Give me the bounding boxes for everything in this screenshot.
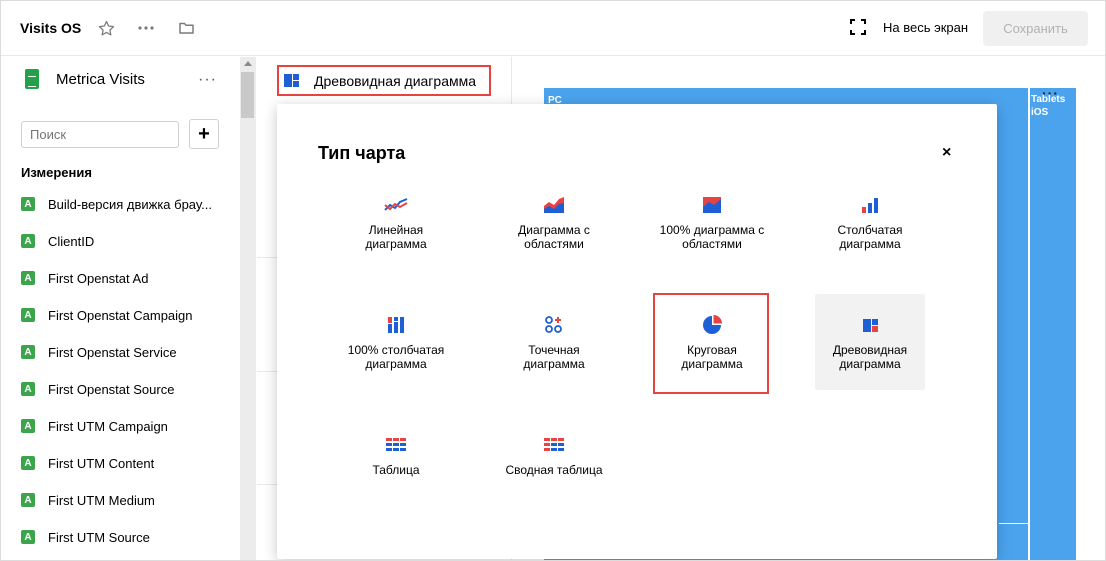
chart-type-line[interactable]: Линейная диаграмма <box>341 184 451 280</box>
treemap-label: iOS <box>1031 107 1049 118</box>
chart-title: Visits OS <box>20 20 82 36</box>
dimensions-title: Измерения <box>21 165 92 180</box>
string-type-icon: A <box>21 234 35 248</box>
string-type-icon: A <box>21 345 35 359</box>
line-chart-icon <box>384 194 408 216</box>
chart-type-label: Диаграмма с областями <box>518 223 590 251</box>
field-item[interactable]: A First UTM Medium <box>21 490 155 510</box>
visualization-selector[interactable]: Древовидная диаграмма <box>277 65 491 96</box>
string-type-icon: A <box>21 197 35 211</box>
sidebar-scrollbar[interactable] <box>240 57 256 560</box>
chart-type-label: Таблица <box>372 463 420 477</box>
string-type-icon: A <box>21 419 35 433</box>
area-chart-icon <box>543 194 565 216</box>
field-label: First UTM Source <box>48 529 150 545</box>
scroll-up-arrow-icon[interactable] <box>244 61 252 66</box>
scatter-chart-icon <box>544 314 564 336</box>
field-label: First UTM Campaign <box>48 418 168 434</box>
field-label: First Openstat Service <box>48 344 177 360</box>
search-input[interactable] <box>21 121 179 148</box>
scrollbar-thumb[interactable] <box>241 72 254 118</box>
star-icon[interactable] <box>95 17 117 39</box>
string-type-icon: A <box>21 308 35 322</box>
app-frame: Visits OS На весь экран Сохранить Metric… <box>0 0 1106 561</box>
chart-type-dialog: Тип чарта × Линейная диаграмма Диаграмма… <box>277 104 997 559</box>
pivot-table-icon <box>544 434 564 456</box>
field-item[interactable]: A First UTM Content <box>21 453 154 473</box>
field-label: First UTM Content <box>48 455 155 471</box>
chart-type-label: Круговая диаграмма <box>681 343 743 371</box>
chart-type-treemap[interactable]: Древовидная диаграмма <box>815 294 925 390</box>
treemap-divider <box>999 523 1028 524</box>
treemap-icon <box>862 314 878 336</box>
string-type-icon: A <box>21 271 35 285</box>
field-item[interactable]: A First UTM Source <box>21 527 150 547</box>
dataset-sidebar: Metrica Visits ··· + Измерения A Build-в… <box>1 57 240 560</box>
chart-type-pie[interactable]: Круговая диаграмма <box>657 304 767 400</box>
close-icon[interactable]: × <box>942 144 951 162</box>
string-type-icon: A <box>21 382 35 396</box>
add-field-button[interactable]: + <box>189 119 219 149</box>
fullscreen-button[interactable]: На весь экран <box>850 19 968 35</box>
chart-type-label: Точечная диаграмма <box>523 343 585 371</box>
chart-type-label: Столбчатая диаграмма <box>837 223 903 251</box>
chart-type-label: Линейная диаграмма <box>365 223 427 251</box>
chart-type-pivot-table[interactable]: Сводная таблица <box>499 424 609 520</box>
visualization-label: Древовидная диаграмма <box>314 72 477 89</box>
treemap-divider <box>1028 88 1030 560</box>
table-icon <box>386 434 406 456</box>
field-item[interactable]: A First Openstat Source <box>21 379 174 399</box>
field-label: First Openstat Ad <box>48 270 149 286</box>
fullscreen-icon <box>850 19 866 35</box>
dataset-menu-icon[interactable]: ··· <box>198 71 217 89</box>
area-100-chart-icon <box>703 194 721 216</box>
chart-type-label: Древовидная диаграмма <box>832 343 908 371</box>
field-label: First Openstat Campaign <box>48 307 193 323</box>
chart-type-label: Сводная таблица <box>505 463 603 477</box>
column-chart-icon <box>861 194 879 216</box>
save-button[interactable]: Сохранить <box>983 11 1088 46</box>
top-bar: Visits OS На весь экран Сохранить <box>1 1 1105 56</box>
field-item[interactable]: A First UTM Campaign <box>21 416 168 436</box>
pie-chart-icon <box>702 314 722 336</box>
chart-type-area[interactable]: Диаграмма с областями <box>499 184 609 280</box>
treemap-icon <box>284 74 299 87</box>
field-label: ClientID <box>48 233 95 249</box>
field-item[interactable]: A First Openstat Campaign <box>21 305 193 325</box>
fullscreen-label: На весь экран <box>883 19 969 35</box>
field-label: Build-версия движка брау... <box>48 196 212 212</box>
dataset-name: Metrica Visits <box>56 70 145 88</box>
chart-type-column-100[interactable]: 100% столбчатая диаграмма <box>341 304 451 400</box>
field-item[interactable]: A First Openstat Ad <box>21 268 148 288</box>
string-type-icon: A <box>21 493 35 507</box>
folder-icon[interactable] <box>175 17 197 39</box>
dialog-title: Тип чарта <box>318 143 406 163</box>
chart-menu-icon[interactable]: ··· <box>1042 85 1059 101</box>
chart-type-column[interactable]: Столбчатая диаграмма <box>815 184 925 280</box>
field-item[interactable]: A ClientID <box>21 231 94 251</box>
string-type-icon: A <box>21 456 35 470</box>
chart-type-table[interactable]: Таблица <box>341 424 451 520</box>
column-100-chart-icon <box>387 314 405 336</box>
more-icon[interactable] <box>135 17 157 39</box>
string-type-icon: A <box>21 530 35 544</box>
chart-type-area-100[interactable]: 100% диаграмма с областями <box>657 184 767 280</box>
chart-type-scatter[interactable]: Точечная диаграмма <box>499 304 609 400</box>
field-label: First UTM Medium <box>48 492 155 508</box>
field-item[interactable]: A Build-версия движка брау... <box>21 194 212 214</box>
chart-type-label: 100% диаграмма с областями <box>659 223 765 251</box>
dataset-header[interactable]: Metrica Visits <box>25 69 145 89</box>
dataset-icon <box>25 69 39 89</box>
chart-type-label: 100% столбчатая диаграмма <box>347 343 445 371</box>
field-item[interactable]: A First Openstat Service <box>21 342 177 362</box>
field-label: First Openstat Source <box>48 381 175 397</box>
